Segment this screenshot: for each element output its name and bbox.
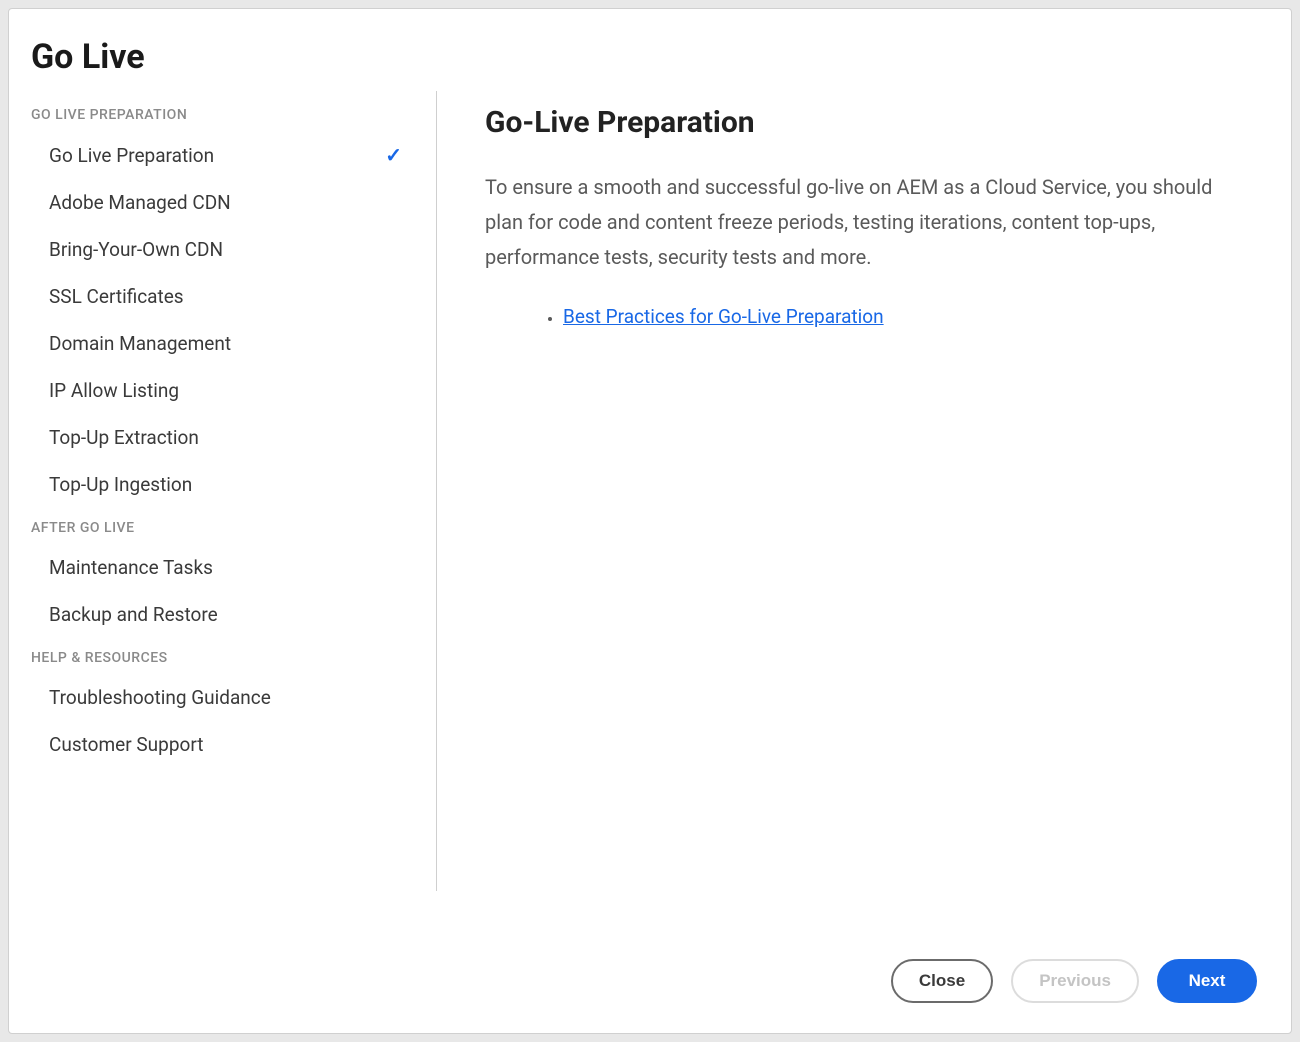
nav-item-domain-management[interactable]: Domain Management [27, 320, 426, 367]
nav-item-ip-allow-listing[interactable]: IP Allow Listing [27, 367, 426, 414]
nav-item-ssl-certificates[interactable]: SSL Certificates [27, 273, 426, 320]
nav-item-label: Domain Management [49, 332, 231, 355]
nav-item-customer-support[interactable]: Customer Support [27, 721, 426, 768]
check-icon: ✓ [385, 143, 402, 167]
link-best-practices[interactable]: Best Practices for Go-Live Preparation [563, 305, 884, 328]
nav-item-label: Maintenance Tasks [49, 556, 213, 579]
dialog-footer: Close Previous Next [27, 949, 1263, 1009]
nav-item-label: Top-Up Ingestion [49, 473, 192, 496]
content-title: Go-Live Preparation [485, 105, 1253, 140]
close-button[interactable]: Close [891, 959, 993, 1003]
nav-item-backup-restore[interactable]: Backup and Restore [27, 591, 426, 638]
previous-button: Previous [1011, 959, 1139, 1003]
nav-item-top-up-extraction[interactable]: Top-Up Extraction [27, 414, 426, 461]
nav-item-label: IP Allow Listing [49, 379, 179, 402]
main-content: Go-Live Preparation To ensure a smooth a… [437, 91, 1263, 949]
nav-item-troubleshooting[interactable]: Troubleshooting Guidance [27, 674, 426, 721]
sidebar: GO LIVE PREPARATION Go Live Preparation … [27, 91, 437, 891]
resource-list: Best Practices for Go-Live Preparation [485, 303, 1253, 330]
section-header-preparation: GO LIVE PREPARATION [31, 107, 426, 123]
nav-item-top-up-ingestion[interactable]: Top-Up Ingestion [27, 461, 426, 508]
nav-item-bring-your-own-cdn[interactable]: Bring-Your-Own CDN [27, 226, 426, 273]
nav-item-label: Go Live Preparation [49, 144, 214, 167]
nav-item-maintenance-tasks[interactable]: Maintenance Tasks [27, 544, 426, 591]
go-live-dialog: Go Live GO LIVE PREPARATION Go Live Prep… [8, 8, 1292, 1034]
content-body: To ensure a smooth and successful go-liv… [485, 170, 1253, 275]
nav-item-label: Troubleshooting Guidance [49, 686, 271, 709]
nav-item-label: Backup and Restore [49, 603, 218, 626]
next-button[interactable]: Next [1157, 959, 1257, 1003]
page-title: Go Live [31, 37, 1263, 77]
section-header-after-go-live: AFTER GO LIVE [31, 520, 426, 536]
nav-item-label: SSL Certificates [49, 285, 184, 308]
nav-item-label: Customer Support [49, 733, 203, 756]
nav-item-label: Top-Up Extraction [49, 426, 199, 449]
section-header-help-resources: HELP & RESOURCES [31, 650, 426, 666]
nav-item-adobe-managed-cdn[interactable]: Adobe Managed CDN [27, 179, 426, 226]
nav-item-label: Bring-Your-Own CDN [49, 238, 223, 261]
nav-item-label: Adobe Managed CDN [49, 191, 231, 214]
list-item: Best Practices for Go-Live Preparation [563, 303, 1253, 330]
dialog-body: GO LIVE PREPARATION Go Live Preparation … [27, 91, 1263, 949]
nav-item-go-live-preparation[interactable]: Go Live Preparation ✓ [27, 131, 426, 179]
